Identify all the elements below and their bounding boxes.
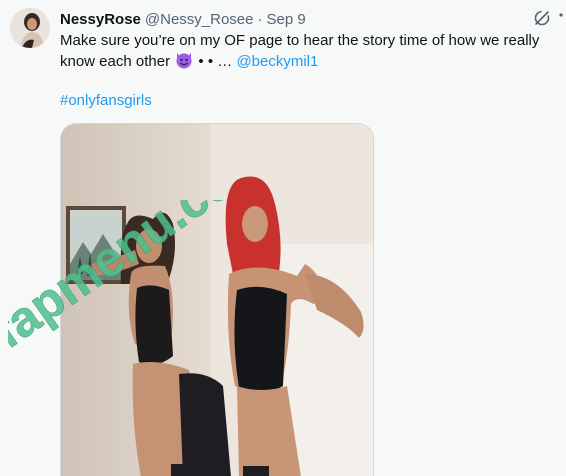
display-name[interactable]: NessyRose [60, 11, 141, 28]
hashtag-link[interactable]: #onlyfansgirls [60, 91, 152, 111]
smiling-devil-emoji-icon [174, 51, 194, 75]
tweet[interactable]: NessyRose @Nessy_Rosee · Sep 9 Make sure… [0, 0, 566, 476]
tweet-header: NessyRose @Nessy_Rosee · Sep 9 [60, 9, 500, 29]
tweet-ellipsis: • • … [198, 53, 233, 70]
avatar-photo [10, 8, 50, 48]
mention-link[interactable]: @beckymil1 [236, 53, 318, 70]
avatar[interactable] [10, 8, 50, 48]
tweet-text: Make sure you’re on my OF page to hear t… [60, 31, 560, 75]
separator-dot: · [257, 10, 263, 28]
photo-content [61, 124, 373, 476]
more-vertical-icon[interactable] [556, 11, 566, 25]
grok-icon[interactable] [533, 9, 551, 27]
user-handle[interactable]: @Nessy_Rosee [145, 11, 254, 28]
tweet-media-photo[interactable] [60, 123, 374, 476]
timestamp[interactable]: Sep 9 [267, 11, 306, 28]
